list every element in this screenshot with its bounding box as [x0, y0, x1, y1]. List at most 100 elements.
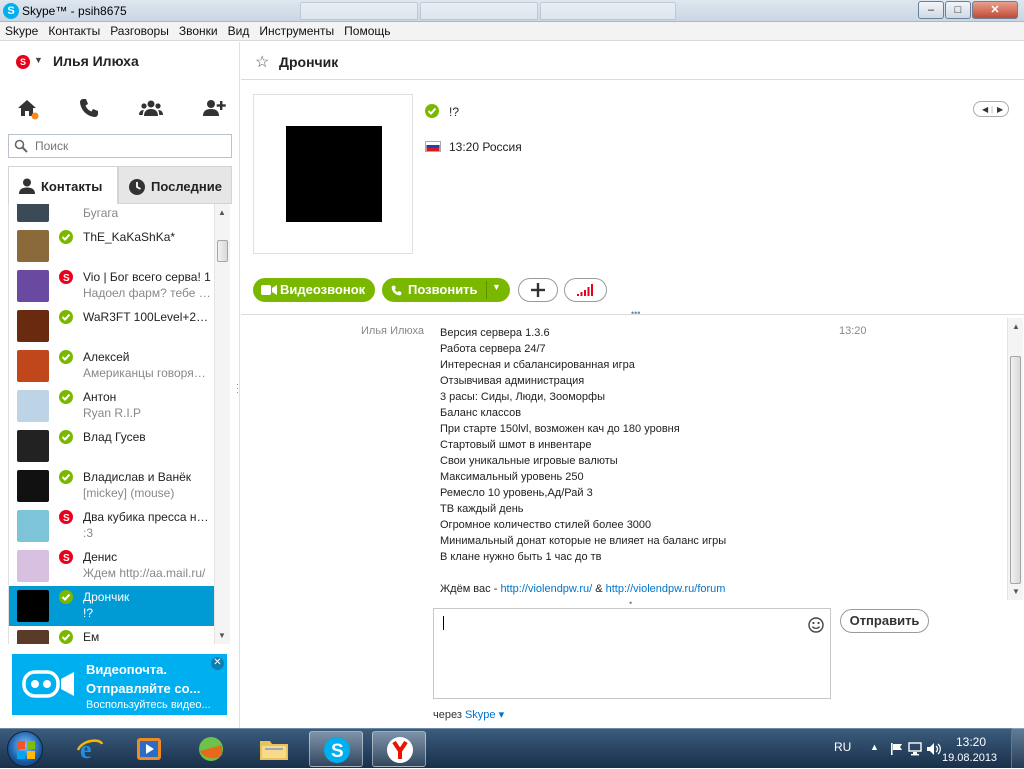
clock-time[interactable]: 13:20	[956, 735, 986, 749]
message-input[interactable]	[433, 608, 831, 699]
via-skype-link[interactable]: Skype	[465, 709, 496, 721]
profile-pager[interactable]: ◀ | ▶	[973, 101, 1009, 117]
scroll-up-icon[interactable]: ▲	[1012, 322, 1020, 331]
menu-skype[interactable]: Skype	[0, 22, 43, 38]
contact-row[interactable]: Владислав и Ванёк [mickey] (mouse)	[9, 466, 215, 506]
svg-text:S: S	[331, 741, 344, 762]
contact-row[interactable]: Антон Ryan R.I.P	[9, 386, 215, 426]
chat-scrollbar[interactable]: ▲ ▼	[1007, 318, 1023, 600]
offline-status-icon: S	[59, 270, 73, 284]
contact-row[interactable]: Влад Гусев	[9, 426, 215, 466]
contact-row[interactable]: S Два кубика пресса на...:3	[9, 506, 215, 546]
footer-separator: &	[592, 583, 606, 595]
close-promo-icon[interactable]: ✕	[211, 657, 224, 670]
network-icon[interactable]	[908, 742, 922, 756]
taskbar-ie[interactable]: e	[64, 731, 118, 767]
video-call-button[interactable]: Видеозвонок	[253, 278, 375, 302]
menu-conversations[interactable]: Разговоры	[105, 22, 174, 38]
internet-explorer-icon: e	[76, 736, 104, 762]
avatar	[17, 470, 49, 502]
phone-icon[interactable]	[77, 96, 101, 120]
svg-text:S: S	[63, 273, 70, 282]
contact-name: Антон	[83, 390, 117, 404]
menu-contacts[interactable]: Контакты	[43, 22, 105, 38]
favorite-star-icon[interactable]: ☆	[255, 52, 269, 72]
contact-tabs: Контакты Последние	[8, 166, 232, 204]
menu-help[interactable]: Помощь	[339, 22, 395, 38]
chevron-right-icon[interactable]: ▶	[997, 105, 1003, 114]
contact-row[interactable]: Бугага	[9, 204, 215, 226]
contact-mood: Бугага	[83, 206, 119, 220]
profile-name[interactable]: Илья Илюха	[53, 53, 139, 69]
sidebar-splitter[interactable]: · · ·	[236, 380, 239, 397]
contact-row[interactable]: ThE_KaKaShKa*	[9, 226, 215, 266]
clock-date[interactable]: 19.08.2013	[942, 752, 997, 764]
message-line: В клане нужно быть 1 час до тв	[440, 551, 602, 563]
chevron-left-icon[interactable]: ◀	[982, 105, 988, 114]
site-link[interactable]: http://violendpw.ru/	[500, 583, 592, 595]
message-sender: Илья Илюха	[361, 325, 425, 337]
message-lines: Версия сервера 1.3.6 Работа сервера 24/7 И…	[440, 325, 830, 565]
scroll-up-icon[interactable]: ▲	[218, 208, 226, 217]
group-icon[interactable]	[139, 96, 163, 120]
contact-row[interactable]: S Денис Ждем http://aa.mail.ru/	[9, 546, 215, 586]
tab-contacts[interactable]: Контакты	[8, 166, 118, 204]
home-icon[interactable]	[15, 96, 39, 120]
show-desktop-button[interactable]	[1011, 728, 1024, 768]
contact-row[interactable]: S Vio | Бог всего серва! 1 Надоел фарм? те…	[9, 266, 215, 306]
search-input[interactable]	[35, 138, 225, 154]
search-box[interactable]	[8, 134, 232, 158]
maximize-button[interactable]: □	[945, 1, 971, 19]
add-contact-icon[interactable]	[202, 96, 226, 120]
send-button[interactable]: Отправить	[840, 609, 929, 633]
scroll-down-icon[interactable]: ▼	[218, 631, 226, 640]
contact-mood: :3	[83, 526, 94, 540]
chevron-down-icon[interactable]: ▼	[34, 55, 43, 65]
avatar	[17, 204, 49, 222]
emoticon-icon[interactable]	[808, 617, 824, 633]
send-via[interactable]: через Skype ▾	[433, 708, 504, 721]
close-button[interactable]: ✕	[972, 1, 1018, 19]
menu-tools[interactable]: Инструменты	[254, 22, 339, 38]
scroll-down-icon[interactable]: ▼	[1012, 587, 1020, 596]
call-button[interactable]: Позвонить ▼	[382, 278, 510, 302]
menu-view[interactable]: Вид	[223, 22, 255, 38]
contact-row[interactable]: Ем	[9, 626, 215, 644]
status-offline-icon[interactable]: S	[16, 55, 30, 69]
scrollbar-thumb[interactable]	[1010, 356, 1021, 584]
minimize-button[interactable]: –	[918, 1, 944, 19]
tray-expand-icon[interactable]: ▲	[870, 742, 879, 752]
menu-calls[interactable]: Звонки	[174, 22, 223, 38]
forum-link[interactable]: http://violendpw.ru/forum	[606, 583, 726, 595]
taskbar-skype[interactable]: S	[309, 731, 363, 767]
promo-title: Видеопочта.	[86, 662, 168, 677]
call-quality-button[interactable]	[564, 278, 607, 302]
contact-list[interactable]: Бугага ThE_KaKaShKa* S Vio | Бог всего серв…	[8, 204, 230, 644]
taskbar-explorer[interactable]	[247, 731, 301, 767]
call-options-chevron-icon[interactable]: ▼	[492, 282, 501, 292]
compose-splitter[interactable]: •	[629, 598, 632, 608]
add-participant-button[interactable]	[518, 278, 558, 302]
volume-icon[interactable]	[926, 742, 942, 756]
scrollbar-thumb[interactable]	[217, 240, 228, 262]
online-status-icon	[59, 310, 73, 324]
chevron-down-icon[interactable]: ▾	[496, 709, 505, 721]
message-line: Отзывчивая администрация	[440, 375, 585, 387]
taskbar-yandex-browser[interactable]	[372, 731, 426, 767]
start-button[interactable]	[7, 731, 43, 767]
message-line: 3 расы: Сиды, Люди, Зооморфы	[440, 391, 605, 403]
online-status-icon	[59, 350, 73, 364]
taskbar-game[interactable]	[185, 731, 239, 767]
action-center-flag-icon[interactable]	[890, 742, 904, 756]
contact-list-scrollbar[interactable]: ▲ ▼	[214, 204, 230, 644]
taskbar-media-player[interactable]	[122, 731, 176, 767]
video-message-promo[interactable]: Видеопочта. Отправляйте со... Воспользуй…	[12, 654, 227, 715]
tab-recent[interactable]: Последние	[118, 166, 232, 204]
message-line: Минимальный донат которые не влияет на б…	[440, 535, 727, 547]
contact-row[interactable]: Дрончик!?	[9, 586, 215, 626]
contact-row[interactable]: Алексей Американцы говорят "...	[9, 346, 215, 386]
contact-row[interactable]: WaR3FT 100Level+22 h...	[9, 306, 215, 346]
avatar	[17, 590, 49, 622]
language-indicator[interactable]: RU	[834, 740, 851, 754]
message-footer: Ждём вас - http://violendpw.ru/ & http:/…	[440, 581, 830, 597]
